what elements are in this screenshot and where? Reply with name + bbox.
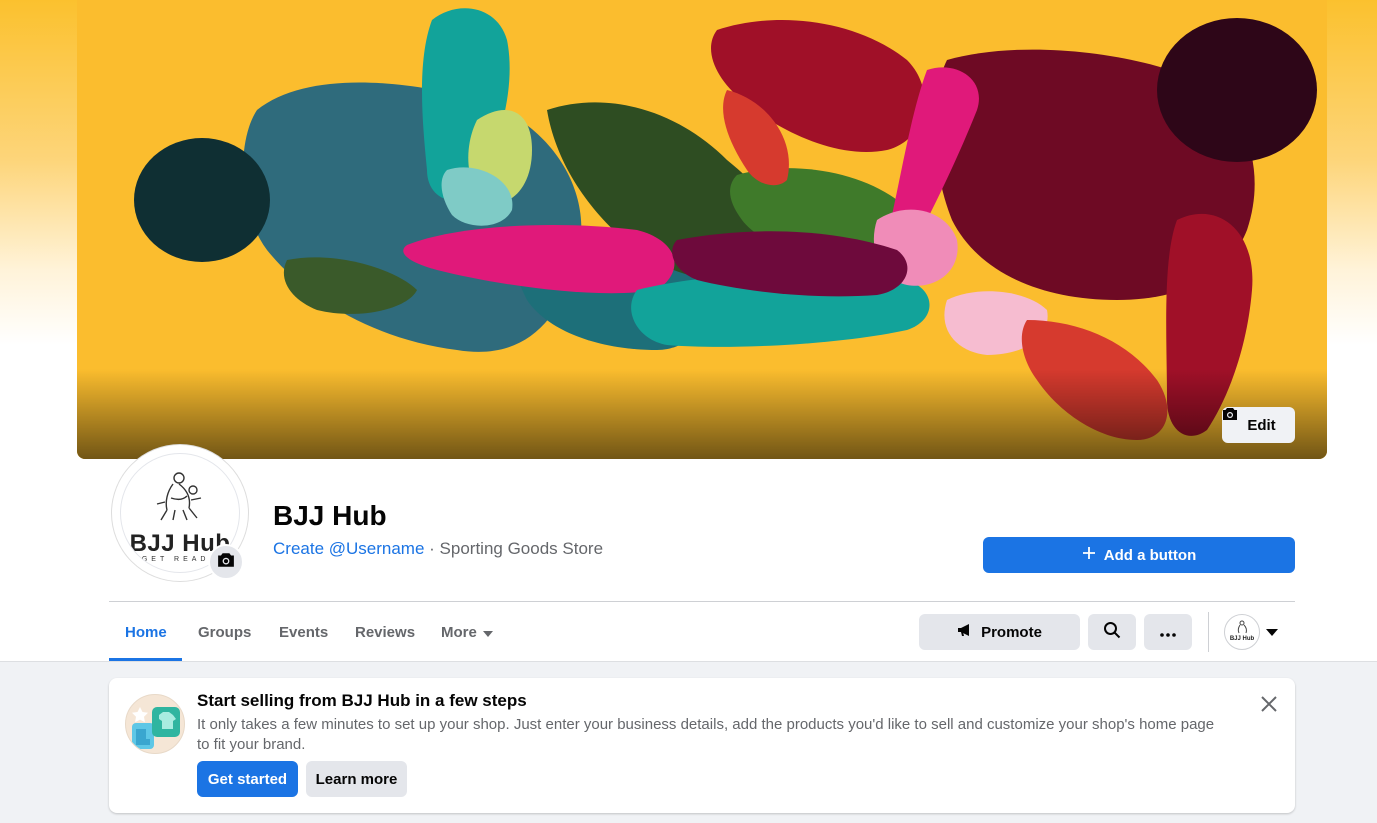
page-switcher-avatar[interactable]: BJJ Hub: [1224, 614, 1260, 650]
learn-more-button[interactable]: Learn more: [306, 761, 407, 797]
edit-cover-button[interactable]: Edit: [1222, 407, 1295, 443]
page-meta: Create @Username · Sporting Goods Store: [273, 539, 603, 559]
actions-separator: [1208, 612, 1209, 652]
mini-avatar-text: BJJ Hub: [1229, 636, 1255, 642]
tab-more-label: More: [441, 624, 477, 641]
create-username-link[interactable]: Create @Username: [273, 539, 424, 558]
cover-photo[interactable]: Edit: [77, 0, 1327, 459]
meta-separator: ·: [424, 539, 440, 558]
search-icon: [1103, 621, 1121, 643]
plus-icon: [1082, 546, 1096, 564]
page-category: Sporting Goods Store: [439, 539, 604, 558]
mini-logo-graphic: [1237, 620, 1247, 634]
tab-home-label: Home: [125, 624, 167, 641]
close-icon: [1257, 696, 1281, 720]
dismiss-card-button[interactable]: [1257, 692, 1281, 716]
page-title: BJJ Hub: [273, 500, 387, 531]
camera-icon: [217, 552, 235, 573]
shop-card-title: Start selling from BJJ Hub in a few step…: [197, 691, 527, 710]
tab-more[interactable]: More: [425, 604, 509, 661]
shop-card-description: It only takes a few minutes to set up yo…: [197, 716, 1215, 753]
chevron-down-icon: [1266, 624, 1278, 641]
chevron-down-icon: [482, 624, 493, 641]
cover-shade: [77, 369, 1327, 459]
promote-label: Promote: [981, 623, 1042, 641]
edit-cover-label: Edit: [1247, 416, 1276, 434]
tab-groups[interactable]: Groups: [182, 604, 267, 661]
update-profile-picture-button[interactable]: [208, 544, 244, 580]
megaphone-icon: [957, 623, 973, 641]
tab-events[interactable]: Events: [263, 604, 344, 661]
header-divider: [109, 601, 1295, 602]
get-started-button[interactable]: Get started: [197, 761, 298, 797]
page-switcher-dropdown[interactable]: [1266, 624, 1284, 640]
more-options-button[interactable]: [1144, 614, 1192, 650]
get-started-label: Get started: [207, 770, 288, 788]
ellipsis-icon: [1160, 624, 1176, 641]
tab-groups-label: Groups: [198, 624, 252, 641]
add-a-button[interactable]: Add a button: [983, 537, 1295, 573]
tab-reviews[interactable]: Reviews: [339, 604, 431, 661]
shop-icon: [125, 694, 185, 754]
learn-more-label: Learn more: [315, 770, 398, 788]
tab-home[interactable]: Home: [109, 604, 183, 661]
add-a-button-label: Add a button: [1103, 546, 1197, 564]
tab-reviews-label: Reviews: [355, 624, 416, 641]
tab-events-label: Events: [279, 624, 329, 641]
search-button[interactable]: [1088, 614, 1136, 650]
promote-button[interactable]: Promote: [919, 614, 1080, 650]
nav-bottom-border: [0, 661, 1377, 662]
shop-setup-card: Start selling from BJJ Hub in a few step…: [109, 678, 1295, 813]
